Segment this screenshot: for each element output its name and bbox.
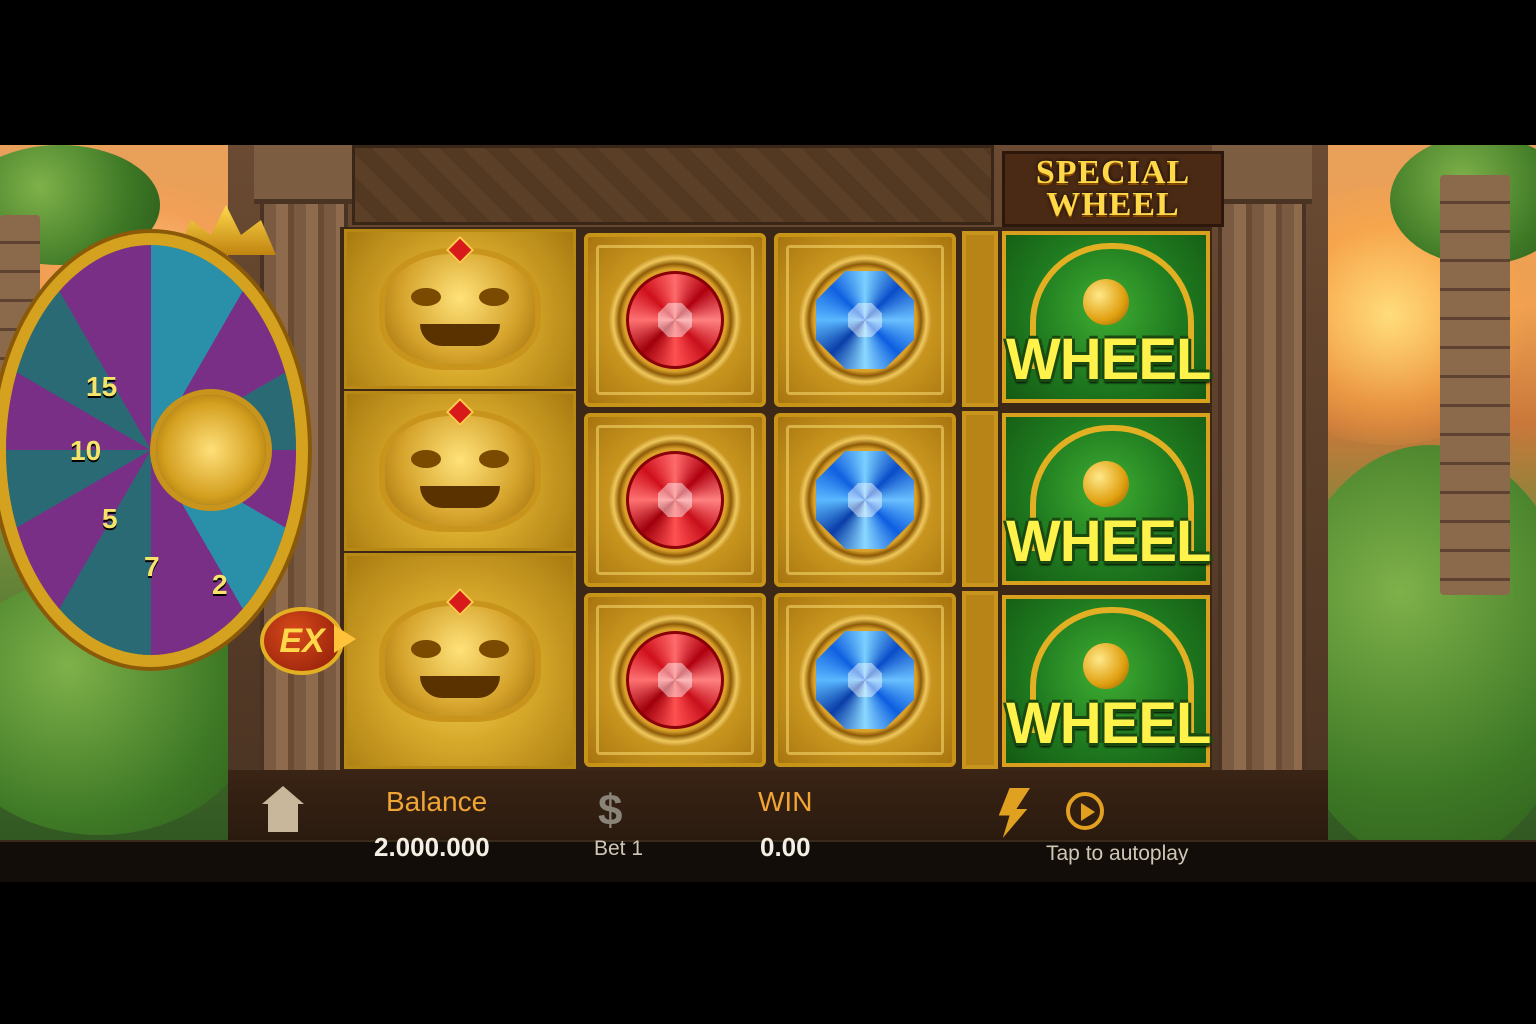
- guardian-mask-symbol: [344, 391, 576, 551]
- win-value: 0.00: [760, 832, 811, 862]
- wheel-number: 5: [102, 503, 118, 534]
- reel-side-frame: [962, 411, 998, 587]
- dollar-icon[interactable]: $: [598, 786, 622, 836]
- wheel-number: 10: [70, 435, 102, 466]
- reel-side-frame: [962, 231, 998, 407]
- lion-medallion-icon: [156, 395, 266, 505]
- special-wheel-line2: WHEEL: [1046, 186, 1180, 223]
- wheel-symbol: WHEEL: [1002, 231, 1211, 403]
- ruby-symbol: [584, 413, 766, 587]
- ex-badge: EX: [260, 607, 344, 675]
- sapphire-symbol: [774, 233, 956, 407]
- wheel-number: 15: [86, 371, 118, 402]
- wheel-symbol-text: WHEEL: [1006, 691, 1211, 756]
- autoplay-label[interactable]: Tap to autoplay: [1046, 842, 1188, 866]
- bottom-hud: Balance 2.000.000 $ Bet 1 WIN 0.00 Tap t…: [0, 770, 1536, 882]
- wheel-symbol: WHEEL: [1002, 413, 1211, 585]
- reel-side-frame: [962, 591, 998, 769]
- wheel-symbol-text: WHEEL: [1006, 327, 1211, 392]
- arrow-right-icon: [334, 625, 356, 653]
- home-icon[interactable]: [262, 786, 304, 834]
- wheel-symbol-text: WHEEL: [1006, 509, 1211, 574]
- ruby-symbol: [584, 593, 766, 767]
- wheel-symbol: WHEEL: [1002, 595, 1211, 767]
- balance-value: 2.000.000: [374, 832, 490, 862]
- sapphire-symbol: [774, 593, 956, 767]
- guardian-mask-symbol: [344, 553, 576, 769]
- right-pillar: [1212, 145, 1312, 785]
- autoplay-icon[interactable]: [1066, 792, 1104, 830]
- balance-label: Balance: [386, 786, 488, 817]
- ruby-symbol: [584, 233, 766, 407]
- wheel-number: 7: [144, 551, 160, 582]
- top-panel: [352, 145, 994, 225]
- win-label: WIN: [758, 786, 813, 817]
- sapphire-symbol: [774, 413, 956, 587]
- guardian-mask-symbol: [344, 229, 576, 389]
- bonus-wheel: 15 10 5 7 2: [6, 205, 296, 665]
- ruin-wall: [1440, 175, 1510, 595]
- wheel-number: 2: [212, 569, 228, 600]
- special-wheel-line1: SPECIAL: [1035, 154, 1191, 191]
- special-wheel-title: SPECIAL WHEEL: [1002, 151, 1224, 227]
- bet-label[interactable]: Bet 1: [594, 837, 643, 861]
